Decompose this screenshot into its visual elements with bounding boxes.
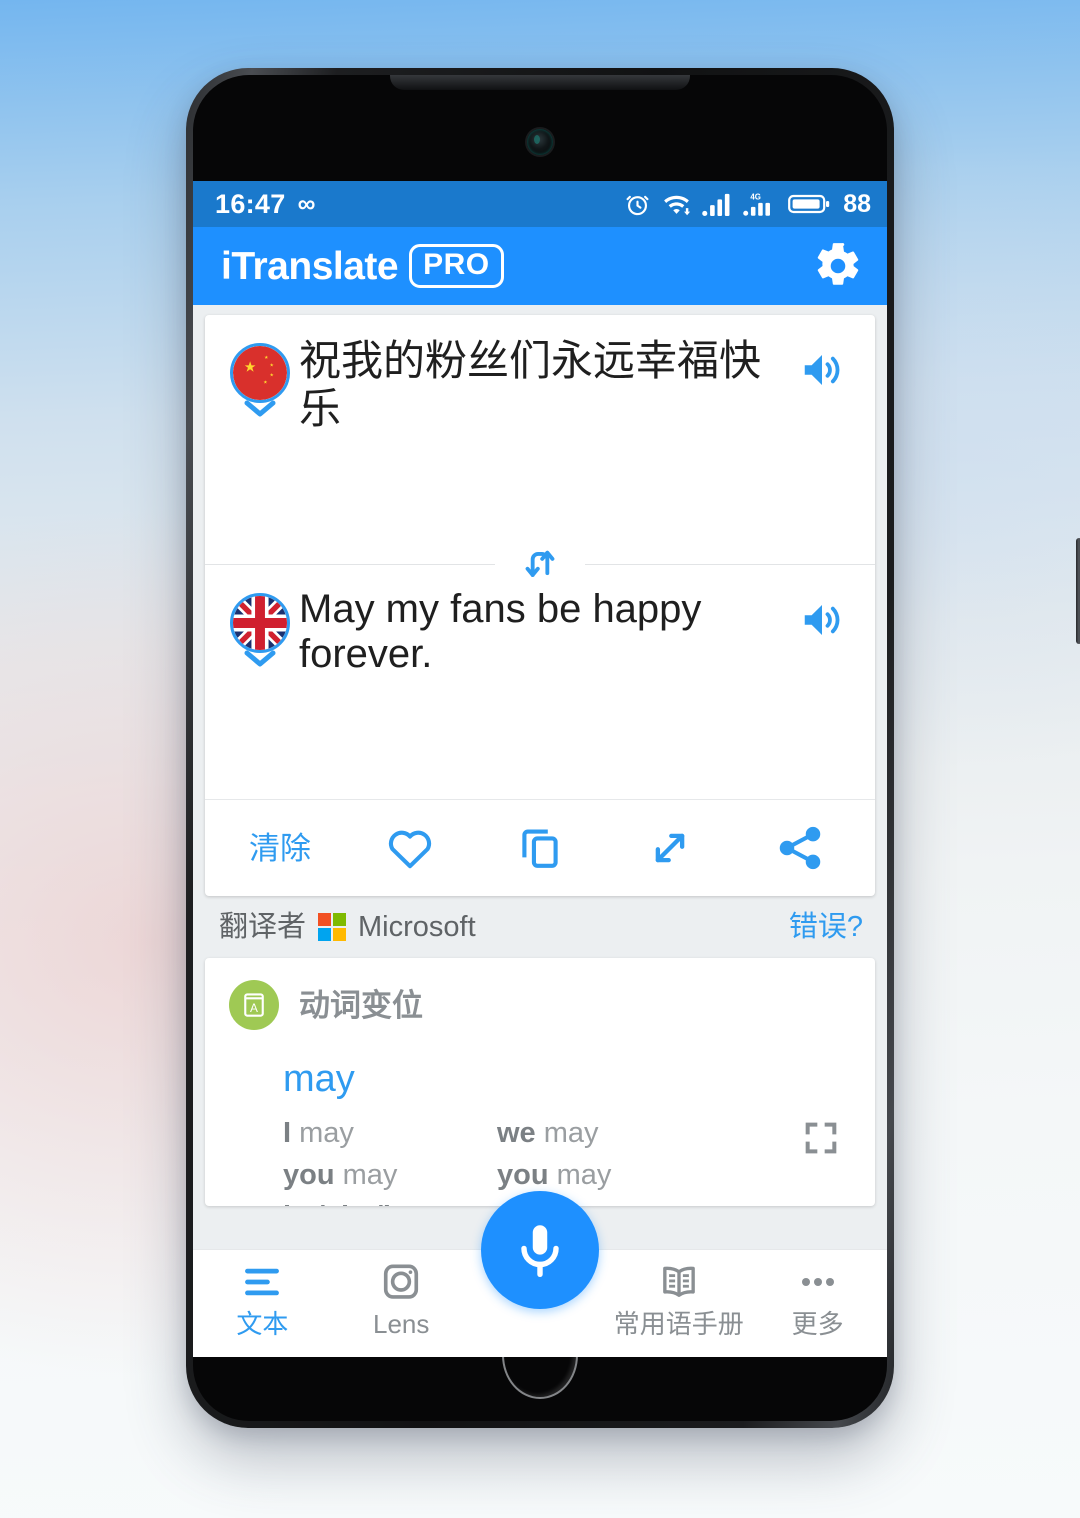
conjugation-verb[interactable]: may xyxy=(283,1060,851,1098)
more-dots-icon xyxy=(801,1278,834,1286)
divider-left xyxy=(205,563,495,565)
target-language-pane[interactable]: May my fans be happy forever. xyxy=(205,565,875,799)
uk-flag-icon xyxy=(230,593,290,653)
nav-label: 文本 xyxy=(236,1309,289,1339)
source-speaker-button[interactable] xyxy=(799,347,853,398)
pronoun: you xyxy=(283,1158,335,1191)
share-icon xyxy=(779,826,821,870)
text-lines-icon xyxy=(245,1268,280,1296)
fullscreen-icon xyxy=(805,1122,837,1154)
dictionary-book-icon: A xyxy=(229,980,279,1030)
source-language-pane[interactable]: 祝我的粉丝们永远幸福快乐 xyxy=(205,315,875,563)
copy-button[interactable] xyxy=(475,800,605,896)
conjugation-cell: he/she/it may xyxy=(283,1200,497,1206)
camera-lens-icon xyxy=(384,1264,419,1299)
svg-text:A: A xyxy=(250,1001,258,1015)
verb-form: may xyxy=(342,1158,398,1191)
swap-vertical-icon xyxy=(525,550,555,577)
phone-device-frame: 16:47 ∞ 4G 88 iTranslate PRO 祝我的粉丝们永远幸福快… xyxy=(186,68,1080,1428)
phone-screen-bezel: 16:47 ∞ 4G 88 iTranslate PRO 祝我的粉丝们永远幸福快… xyxy=(193,75,887,1421)
divider-right xyxy=(585,563,875,565)
voice-input-button[interactable] xyxy=(481,1191,599,1309)
target-text[interactable]: May my fans be happy forever. xyxy=(293,587,799,677)
gear-icon xyxy=(817,242,859,285)
conjugation-title: 动词变位 xyxy=(299,987,423,1023)
nav-item-more[interactable]: 更多 xyxy=(748,1262,887,1337)
heart-icon xyxy=(388,830,432,869)
app-bar: iTranslate PRO xyxy=(193,227,887,305)
front-camera-icon xyxy=(527,129,553,155)
battery-icon xyxy=(788,194,830,214)
source-text[interactable]: 祝我的粉丝们永远幸福快乐 xyxy=(293,337,799,434)
speaker-icon xyxy=(804,605,840,635)
provider-name: Microsoft xyxy=(358,910,476,943)
conjugation-fullscreen-button[interactable] xyxy=(801,1118,841,1163)
pronoun: we xyxy=(497,1117,536,1149)
svg-text:4G: 4G xyxy=(751,193,762,202)
microphone-icon xyxy=(521,1225,559,1277)
clear-label: 清除 xyxy=(249,830,311,866)
swap-languages-button[interactable] xyxy=(495,542,585,586)
earpiece-notch xyxy=(390,75,690,90)
china-flag-icon xyxy=(230,343,290,403)
clear-button[interactable]: 清除 xyxy=(215,800,345,896)
verb-form: may xyxy=(556,1158,612,1191)
target-speaker-button[interactable] xyxy=(799,597,853,648)
speaker-icon xyxy=(804,355,840,385)
app-title: iTranslate xyxy=(221,244,399,288)
target-language-selector[interactable] xyxy=(227,593,293,671)
status-bar-right: 4G 88 xyxy=(624,191,871,218)
conjugation-cell: you may xyxy=(283,1158,497,1193)
conjugation-cell: we may xyxy=(497,1116,851,1151)
copy-icon xyxy=(522,829,558,868)
infinity-icon: ∞ xyxy=(297,189,316,218)
app-screen: 16:47 ∞ 4G 88 iTranslate PRO 祝我的粉丝们永远幸福快… xyxy=(193,181,887,1357)
conjugation-card[interactable]: A 动词变位 may I may we may you may you may xyxy=(205,958,875,1206)
favorite-button[interactable] xyxy=(345,800,475,896)
status-clock: 16:47 xyxy=(215,188,286,219)
microsoft-logo-icon xyxy=(318,913,347,941)
pronoun: he/she/it xyxy=(283,1201,401,1206)
conjugation-cell: you may xyxy=(497,1158,851,1193)
alarm-clock-icon xyxy=(626,195,649,215)
expand-arrows-icon xyxy=(655,833,685,863)
conjugation-table: I may we may you may you may xyxy=(283,1116,851,1206)
nav-item-text[interactable]: 文本 xyxy=(193,1262,332,1337)
pro-badge: PRO xyxy=(409,244,504,288)
phrasebook-icon xyxy=(662,1266,695,1297)
language-swap-row xyxy=(205,550,875,577)
signal-bars-icon xyxy=(702,193,730,216)
wifi-icon xyxy=(664,195,691,215)
translation-action-bar: 清除 xyxy=(205,799,875,896)
pronoun: I xyxy=(283,1117,292,1149)
nav-item-lens[interactable]: Lens xyxy=(332,1262,471,1337)
translator-label: 翻译者 xyxy=(219,910,307,943)
translator-attribution-bar: 翻译者 Microsoft 错误? xyxy=(193,896,887,958)
status-bar-left: 16:47 ∞ xyxy=(215,188,316,219)
pronoun: you xyxy=(497,1158,549,1191)
chevron-down-icon xyxy=(244,650,276,667)
battery-percent-label: 88 xyxy=(843,189,871,218)
app-brand: iTranslate PRO xyxy=(221,244,504,288)
signal-bars-4g-icon: 4G xyxy=(743,193,771,216)
status-bar: 16:47 ∞ 4G 88 xyxy=(193,181,887,227)
nav-label: 更多 xyxy=(791,1309,844,1339)
chevron-down-icon xyxy=(244,400,276,417)
power-button[interactable] xyxy=(1076,538,1080,644)
share-button[interactable] xyxy=(735,800,865,896)
verb-form: may xyxy=(543,1117,599,1149)
expand-button[interactable] xyxy=(605,800,735,896)
nav-item-phrasebook[interactable]: 常用语手册 xyxy=(609,1262,748,1337)
nav-label: Lens xyxy=(373,1309,430,1339)
translation-card: 祝我的粉丝们永远幸福快乐 May my fans be happy foreve… xyxy=(205,315,875,896)
nav-label: 常用语手册 xyxy=(613,1309,744,1339)
conjugation-header: A 动词变位 xyxy=(229,980,851,1030)
verb-form: may xyxy=(299,1117,354,1149)
verb-form: may xyxy=(409,1201,464,1206)
source-language-selector[interactable] xyxy=(227,343,293,421)
settings-button[interactable] xyxy=(813,241,863,291)
report-error-link[interactable]: 错误? xyxy=(789,912,863,942)
attribution-left: 翻译者 Microsoft xyxy=(219,910,476,943)
conjugation-cell: I may xyxy=(283,1116,497,1151)
